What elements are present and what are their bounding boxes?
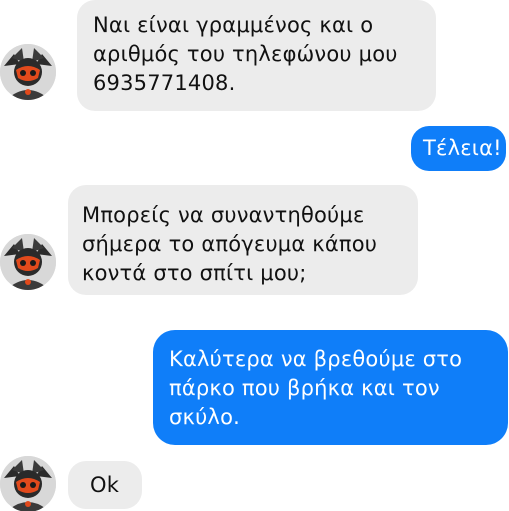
message-bubble-incoming[interactable]: Ναι είναι γραμμένος και ο αριθμός του τη… xyxy=(77,0,436,111)
message-text-line: 6935771408. xyxy=(93,71,236,95)
message-text-line: αριθμός του τηλεφώνου μου xyxy=(93,42,398,66)
message-text-line: Τέλεια! xyxy=(423,136,502,160)
contact-avatar-icon[interactable] xyxy=(0,456,56,511)
message-bubble-outgoing[interactable]: Τέλεια! xyxy=(411,126,506,171)
message-text-line: Καλύτερα να βρεθούμε στο xyxy=(169,347,463,371)
chat-thread: Ναι είναι γραμμένος και ο αριθμός του τη… xyxy=(0,0,509,511)
message-text-line: Ok xyxy=(90,473,120,497)
contact-avatar-icon[interactable] xyxy=(0,234,56,290)
message-text-line: Ναι είναι γραμμένος και ο xyxy=(93,13,374,37)
message-bubble-incoming[interactable]: Μπορείς να συναντηθούμε σήμερα το απόγευ… xyxy=(68,185,418,295)
message-text-line: Μπορείς να συναντηθούμε xyxy=(82,203,365,227)
message-text-line: κοντά στο σπίτι μου; xyxy=(82,261,307,285)
message-text-line: σήμερα το απόγευμα κάπου xyxy=(82,232,378,256)
message-text-line: σκύλο. xyxy=(169,405,240,429)
message-bubble-incoming[interactable]: Ok xyxy=(68,461,142,509)
message-text-line: πάρκο που βρήκα και τον xyxy=(169,376,440,400)
message-bubble-outgoing[interactable]: Καλύτερα να βρεθούμε στο πάρκο που βρήκα… xyxy=(153,330,508,445)
contact-avatar-icon[interactable] xyxy=(0,44,56,100)
